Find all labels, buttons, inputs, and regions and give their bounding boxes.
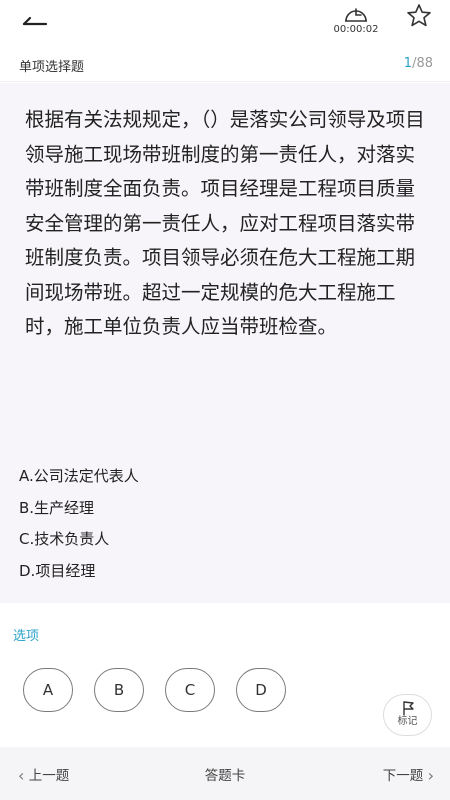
question-progress: 1/88 (404, 56, 433, 71)
top-bar: 00:00:02 (0, 0, 450, 44)
option-list: A.公司法定代表人 B.生产经理 C.技术负责人 D.项目经理 (19, 461, 429, 587)
choice-a-button[interactable]: A (23, 668, 73, 712)
progress-current: 1 (403, 56, 413, 71)
back-arrow-icon[interactable] (16, 6, 56, 36)
next-question-button[interactable]: 下一题 › (383, 764, 434, 785)
answer-area: 选项 A B C D 标记 (0, 603, 450, 747)
question-stem: 根据有关法规规定，（）是落实公司领导及项目领导施工现场带班制度的第一责任人，对落… (25, 108, 425, 338)
question-header: 单项选择题 1/88 (0, 44, 450, 82)
clock-icon (345, 8, 367, 22)
bottom-nav: ‹ 上一题 答题卡 下一题 › (0, 747, 450, 800)
mark-label: 标记 (397, 716, 418, 727)
timer: 00:00:02 (330, 3, 382, 39)
timer-text: 00:00:02 (333, 24, 379, 35)
answer-card-button[interactable]: 答题卡 (205, 768, 246, 784)
option-b[interactable]: B.生产经理 (19, 493, 429, 525)
flag-icon (402, 701, 414, 716)
question-body: 根据有关法规规定，（）是落实公司领导及项目领导施工现场带班制度的第一责任人，对落… (0, 83, 450, 603)
app-screen: 00:00:02 单项选择题 1/88 根据有关法规规定，（）是落实公司领导及项… (0, 0, 450, 800)
mark-button[interactable]: 标记 (383, 694, 432, 736)
star-icon[interactable] (404, 3, 436, 31)
choice-b-button[interactable]: B (94, 668, 144, 712)
progress-total: 88 (416, 56, 433, 71)
option-c[interactable]: C.技术负责人 (19, 524, 429, 556)
option-d[interactable]: D.项目经理 (19, 556, 429, 588)
prev-question-button[interactable]: ‹ 上一题 (18, 764, 69, 785)
question-type: 单项选择题 (19, 60, 85, 75)
chevron-left-icon: ‹ (18, 766, 25, 785)
option-a[interactable]: A.公司法定代表人 (19, 461, 429, 493)
next-label: 下一题 (382, 768, 424, 784)
prev-label: 上一题 (28, 768, 70, 784)
choice-d-button[interactable]: D (236, 668, 286, 712)
choice-c-button[interactable]: C (165, 668, 215, 712)
chevron-right-icon: › (427, 766, 434, 785)
answer-label: 选项 (13, 629, 40, 644)
